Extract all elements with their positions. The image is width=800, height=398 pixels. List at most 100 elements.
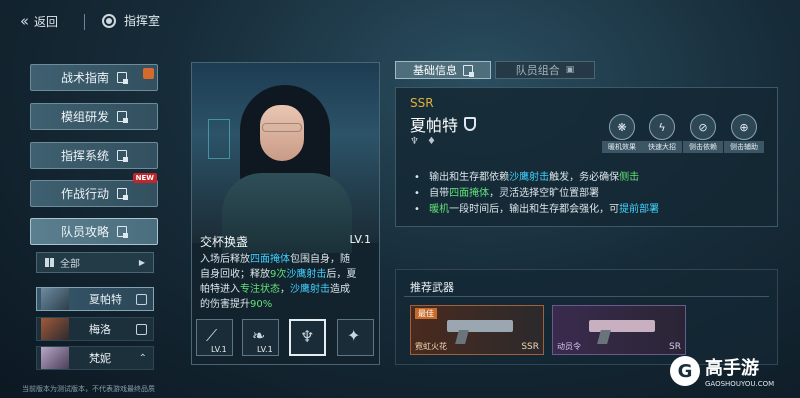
character-card: 交杯换盏 LV.1 入场后释放四面掩体包围自身，随 自身回收；释放9次沙鹰射击后… [191,62,380,365]
new-badge: NEW [132,173,157,183]
trait-label: 快速大招 [642,141,682,153]
tip-keyword: 沙鹰射击 [509,172,550,183]
skill-slot-4[interactable]: ✦ [337,319,374,356]
weapon-grade: SR [669,342,681,352]
desc-keyword: 专注状态 [240,284,280,295]
slot-level: LV.1 [211,345,227,354]
tip-bullet-2: 自带四面掩体，灵活选择空旷位置部署 [414,184,599,199]
desc-text: 的伤害提升 [200,299,250,310]
member-item-shapate[interactable]: 夏帕特 [36,287,154,311]
recommended-weapons-panel: 推荐武器 最佳 霓虹火花 SSR 动员令 SR [395,269,778,365]
menu-operations[interactable]: 作战行动 NEW [30,173,158,207]
brand-logo-icon: G [670,356,700,386]
desc-text: 帕特进入 [200,284,240,295]
desc-text: 后，夏 [326,269,357,280]
tip-keyword: 四面掩体 [449,188,490,199]
crosshair-plus-icon: ⊕ [731,114,757,140]
skill-slot-3[interactable]: ♆ [289,319,326,356]
desc-keyword: 沙鹰射击 [290,284,330,295]
chevron-left-icon: ‹‹ [20,12,29,30]
weapon-name: 动员令 [557,342,581,351]
desc-text: 包围自身，随 [290,254,350,265]
trait-warmup[interactable]: ❋ 暖机效果 [602,114,642,153]
desc-number: 90% [250,299,273,310]
tip-text: 自带 [429,188,450,199]
menu-tactical-guide[interactable]: 战术指南 [30,64,158,91]
menu-label: 队员攻略 [60,225,109,239]
menu-member-guide[interactable]: 队员攻略 [30,218,158,245]
weapon-name: 霓虹火花 [415,342,447,351]
trait-fast-ult[interactable]: ϟ 快速大招 [642,114,682,153]
skill-name: 交杯换盏 [200,235,249,249]
skill-description: 入场后释放四面掩体包围自身，随 自身回收；释放9次沙鹰射击后，夏 帕特进入专注状… [200,252,376,312]
toast-icon: ♆ [300,327,315,346]
divider [404,296,769,297]
shield-icon [136,323,147,335]
weapon-grade: SSR [521,342,539,352]
menu-label: 模组研发 [60,110,109,124]
tab-basic-info[interactable]: 基础信息 [395,61,491,79]
skill-slot-1[interactable]: ⟋ LV.1 [196,319,233,356]
desc-keyword: 沙鹰射击 [286,269,327,280]
menu-label: 作战行动 [60,187,109,201]
command-room-label: 指挥室 [124,14,161,28]
element-icons: ♆♦ [410,136,444,147]
back-label: 返回 [34,14,59,29]
desc-text: 自身回收；释放 [200,269,270,280]
member-filter-dropdown[interactable]: 全部 ▶ [36,252,154,273]
document-icon [117,72,128,84]
document-icon [117,226,128,238]
best-badge: 最佳 [415,308,437,319]
portrait-glasses [262,123,302,132]
filter-label: 全部 [60,259,80,270]
pistol-icon [447,320,513,332]
tip-text: 一段时间后，输出和生存都会强化，可 [449,204,620,215]
basic-info-panel: SSR 夏帕特 ♆♦ ❋ 暖机效果 ϟ 快速大招 ⊘ 侧击依赖 ⊕ 侧击辅助 输… [395,87,778,227]
desc-number: 9次 [270,269,287,280]
weapon-card-mobilization[interactable]: 动员令 SR [552,305,686,355]
tip-text: 输出和生存都依赖 [429,172,510,183]
ultimate-icon: ✦ [347,326,361,345]
weapon-card-neon-spark[interactable]: 最佳 霓虹火花 SSR [410,305,544,355]
trait-label: 暖机效果 [602,141,642,153]
neon-sign [208,119,230,159]
tab-label: 队员组合 [515,64,560,77]
document-icon [117,188,128,200]
lightning-icon: ϟ [649,114,675,140]
menu-module-research[interactable]: 模组研发 [30,103,158,130]
member-item-meiluo[interactable]: 梅洛 [36,317,154,341]
tip-bullet-1: 输出和生存都依赖沙鹰射击触发，务必确保侧击 [414,168,639,183]
skill-level: LV.1 [349,233,371,246]
warmup-icon: ❋ [609,114,635,140]
tip-keyword: 暖机 [429,204,450,215]
rarity-label: SSR [410,96,434,110]
weapons-title: 推荐武器 [410,281,454,294]
back-button[interactable]: ‹‹ 返回 [20,12,58,30]
grid-icon [45,258,54,267]
gift-icon [143,68,154,79]
tab-team-combo[interactable]: 队员组合 ▣ [495,61,595,79]
command-room-title: 指挥室 [102,12,160,29]
feather-icon: ❧ [252,326,266,345]
brand-name: 高手游 [705,358,759,379]
brand-url: GAOSHOUYOU.COM [705,380,775,388]
command-room-icon [102,13,116,28]
skill-slot-2[interactable]: ❧ LV.1 [242,319,279,356]
desc-keyword: 四面掩体 [250,254,290,265]
trait-flank-dependent[interactable]: ⊘ 侧击依赖 [683,114,723,153]
menu-command-system[interactable]: 指挥系统 [30,142,158,169]
member-name: 夏帕特 [89,293,122,306]
divider [84,14,85,30]
trait-flank-support[interactable]: ⊕ 侧击辅助 [724,114,764,153]
member-item-fanni[interactable]: 梵妮 ⌃ [36,346,154,370]
tip-text: ，灵活选择空旷位置部署 [489,188,600,199]
character-name: 夏帕特 [410,112,477,136]
pistol-icon [589,320,655,332]
character-portrait [192,63,379,253]
document-icon [117,111,128,123]
menu-label: 战术指南 [60,71,109,85]
tip-bullet-3: 暖机一段时间后，输出和生存都会强化，可提前部署 [414,200,659,215]
character-name-text: 夏帕特 [410,116,459,135]
document-icon [117,150,128,162]
crosshair-icon: ⊘ [690,114,716,140]
